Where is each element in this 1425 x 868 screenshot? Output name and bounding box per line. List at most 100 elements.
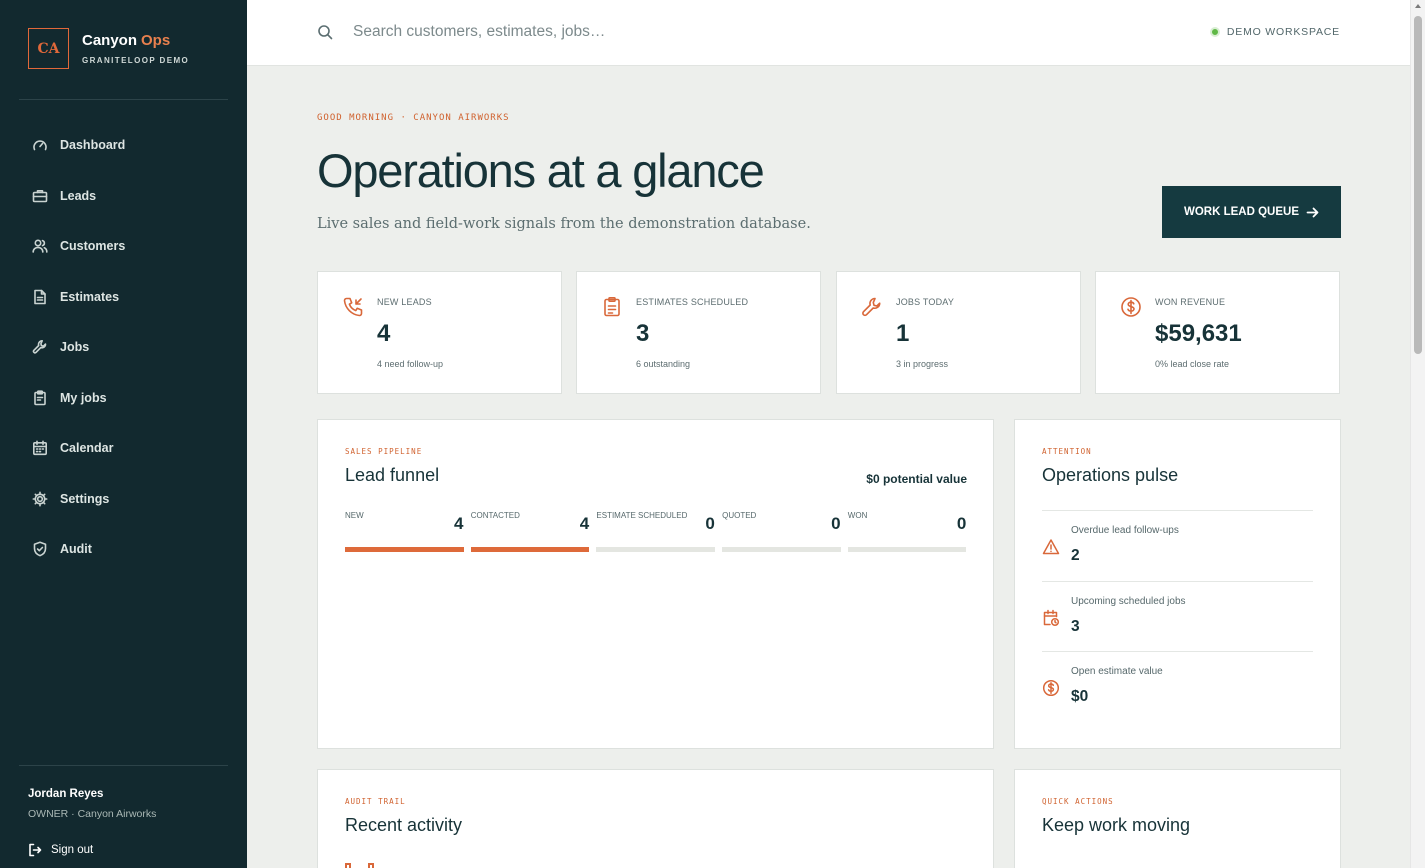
sidebar-item-calendar[interactable]: Calendar — [19, 423, 228, 474]
sidebar-item-my-jobs[interactable]: My jobs — [19, 373, 228, 424]
stat-label: WON REVENUE — [1155, 297, 1226, 307]
stat-card-new-leads[interactable]: NEW LEADS 4 4 need follow-up — [317, 271, 562, 394]
sidebar-item-dashboard[interactable]: Dashboard — [19, 120, 228, 171]
sidebar-item-audit[interactable]: Audit — [19, 524, 228, 575]
sidebar-nav: Dashboard Leads Customers Estimates Jobs… — [19, 120, 228, 575]
arrow-right-icon — [1306, 207, 1319, 217]
sidebar-item-label: My jobs — [60, 390, 107, 405]
work-lead-queue-button[interactable]: WORK LEAD QUEUE — [1162, 186, 1341, 238]
card-eyebrow: ATTENTION — [1042, 447, 1092, 456]
greeting-eyebrow: GOOD MORNING · CANYON AIRWORKS — [317, 113, 510, 123]
stat-note: 3 in progress — [896, 359, 949, 369]
brand-subtitle: GRANITELOOP DEMO — [82, 56, 190, 65]
funnel-stage-won[interactable]: WON 0 — [847, 511, 967, 553]
pulse-item-open-estimate-value[interactable]: Open estimate value $0 — [1042, 651, 1313, 722]
funnel-stage-bar-fill — [470, 547, 590, 552]
pulse-item-upcoming-jobs[interactable]: Upcoming scheduled jobs 3 — [1042, 581, 1313, 652]
stat-card-estimates-scheduled[interactable]: ESTIMATES SCHEDULED 3 6 outstanding — [576, 271, 821, 394]
pulse-value: $0 — [1071, 688, 1089, 705]
dollar-circle-icon — [1042, 679, 1060, 697]
sidebar-item-leads[interactable]: Leads — [19, 171, 228, 222]
funnel-stage-bar — [345, 547, 464, 552]
stat-label: JOBS TODAY — [896, 297, 955, 307]
card-title: Keep work moving — [1042, 815, 1191, 835]
sidebar-item-label: Estimates — [60, 289, 120, 304]
wrench-icon — [861, 296, 883, 318]
stat-value: 3 — [636, 320, 650, 347]
stat-card-jobs-today[interactable]: JOBS TODAY 1 3 in progress — [836, 271, 1081, 394]
clipboard-list-icon — [601, 296, 623, 318]
scrollbar-thumb[interactable] — [1414, 16, 1422, 354]
status-dot — [1209, 27, 1220, 37]
funnel-stage-count: 4 — [454, 514, 464, 533]
sidebar-item-customers[interactable]: Customers — [19, 221, 228, 272]
funnel-stage-count: 0 — [831, 514, 841, 533]
funnel-stage-label: WON — [847, 511, 868, 520]
page-title: Operations at a glance — [317, 144, 765, 197]
page-subtitle: Live sales and field-work signals from t… — [317, 216, 811, 232]
funnel-stage-quoted[interactable]: QUOTED 0 — [722, 511, 841, 553]
sidebar-item-jobs[interactable]: Jobs — [19, 322, 228, 373]
potential-value: $0 potential value — [866, 472, 967, 486]
pulse-value: 2 — [1071, 547, 1080, 564]
funnel-stage-bar — [596, 547, 715, 552]
operations-pulse-card: ATTENTION Operations pulse Overdue lead … — [1014, 419, 1341, 749]
sign-out-label: Sign out — [51, 844, 94, 856]
sidebar-item-label: Leads — [60, 188, 97, 203]
sidebar-divider — [19, 99, 228, 100]
user-role: OWNER · Canyon Airworks — [28, 808, 157, 820]
quick-actions-card: QUICK ACTIONS Keep work moving — [1014, 769, 1341, 868]
funnel-stage-contacted[interactable]: CONTACTED 4 — [470, 511, 590, 553]
wrench-icon — [32, 339, 48, 355]
search-icon — [317, 24, 333, 40]
calendar-clock-icon — [1042, 609, 1060, 627]
funnel-stage-estimate-scheduled[interactable]: ESTIMATE SCHEDULED 0 — [596, 511, 715, 553]
brand[interactable]: CA Canyon Ops GRANITELOOP DEMO — [28, 28, 189, 69]
user-name: Jordan Reyes — [28, 788, 104, 800]
stat-note: 6 outstanding — [636, 359, 691, 369]
sidebar-item-settings[interactable]: Settings — [19, 474, 228, 525]
topbar: DEMO WORKSPACE — [247, 0, 1410, 66]
pulse-value: 3 — [1071, 618, 1080, 635]
dollar-circle-icon — [1120, 296, 1142, 318]
gear-icon — [32, 491, 48, 507]
search-input[interactable] — [353, 20, 873, 44]
sidebar-item-label: Settings — [60, 491, 110, 506]
stat-note: 4 need follow-up — [377, 359, 444, 369]
briefcase-icon — [32, 188, 48, 204]
pulse-item-overdue-follow-ups[interactable]: Overdue lead follow-ups 2 — [1042, 510, 1313, 581]
activity-icon — [345, 863, 374, 868]
stat-card-won-revenue[interactable]: WON REVENUE $59,631 0% lead close rate — [1095, 271, 1340, 394]
stat-note: 0% lead close rate — [1155, 359, 1230, 369]
stat-value: $59,631 — [1155, 320, 1242, 347]
sign-out-icon — [29, 843, 42, 857]
warning-triangle-icon — [1042, 538, 1060, 556]
card-title: Lead funnel — [345, 465, 440, 485]
user-profile: Jordan Reyes OWNER · Canyon Airworks — [28, 788, 156, 820]
card-title: Recent activity — [345, 815, 463, 835]
funnel-stage-bar — [847, 547, 967, 552]
stat-label: ESTIMATES SCHEDULED — [636, 297, 749, 307]
clipboard-icon — [32, 390, 48, 406]
funnel-stage-label: NEW — [345, 511, 364, 520]
document-icon — [32, 289, 48, 305]
shield-check-icon — [32, 541, 48, 557]
scroll-up-arrow-icon[interactable] — [1415, 4, 1421, 8]
funnel-stage-bar — [470, 547, 590, 552]
page-scrollbar[interactable] — [1410, 0, 1425, 868]
sidebar-item-label: Jobs — [60, 340, 90, 355]
sidebar: CA Canyon Ops GRANITELOOP DEMO Dashboard … — [0, 0, 247, 868]
sidebar-item-label: Calendar — [60, 441, 114, 456]
funnel-stage-count: 0 — [956, 514, 967, 533]
pulse-label: Open estimate value — [1071, 666, 1163, 677]
funnel-stage-new[interactable]: NEW 4 — [345, 511, 464, 553]
calendar-icon — [32, 440, 48, 456]
card-title: Operations pulse — [1042, 465, 1179, 485]
card-eyebrow: SALES PIPELINE — [345, 447, 423, 456]
sidebar-divider — [19, 765, 228, 766]
sidebar-item-estimates[interactable]: Estimates — [19, 272, 228, 323]
sign-out-button[interactable]: Sign out — [28, 843, 93, 857]
funnel-stage-label: CONTACTED — [470, 511, 520, 520]
stat-value: 4 — [377, 320, 391, 347]
workspace-label: DEMO WORKSPACE — [1226, 26, 1340, 38]
